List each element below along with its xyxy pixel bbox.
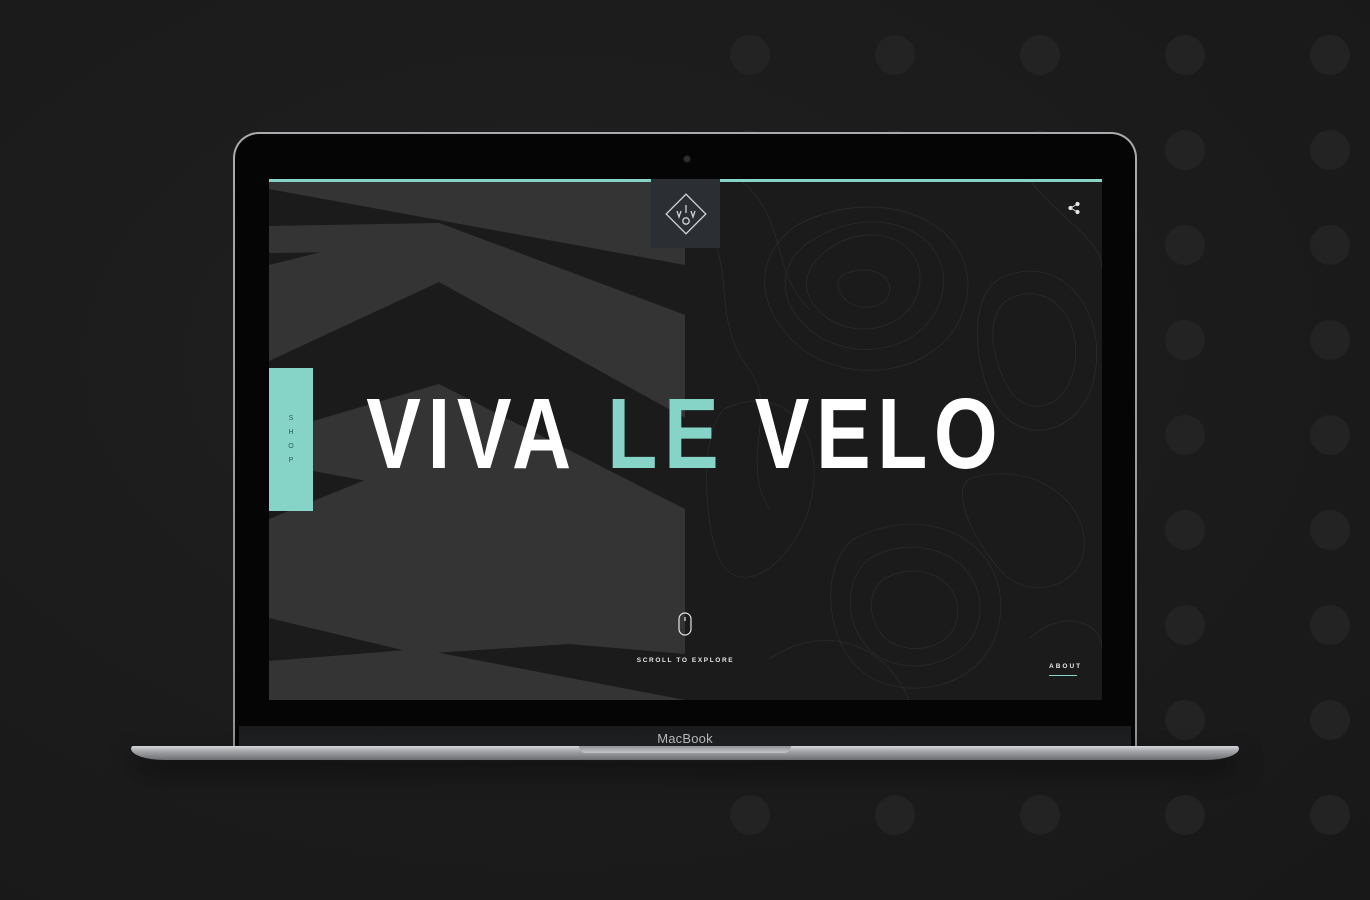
background-dot xyxy=(875,795,915,835)
background-dot xyxy=(1310,35,1350,75)
shop-tab-label: SHOP xyxy=(288,404,293,475)
background-dot xyxy=(1020,795,1060,835)
background-dot xyxy=(1165,415,1205,455)
background-dot xyxy=(1165,510,1205,550)
shop-tab-letter: S xyxy=(288,415,294,422)
accent-bar-right xyxy=(720,179,1102,182)
home-logo-link[interactable] xyxy=(651,179,720,248)
share-icon[interactable] xyxy=(1067,201,1081,215)
laptop-opening-notch xyxy=(579,746,791,753)
background-dot xyxy=(1310,700,1350,740)
background-dot xyxy=(1165,605,1205,645)
website-screen: SHOP VIVA LE VELO SCROLL TO EXPLORE ABOUT xyxy=(269,179,1102,700)
background-dot xyxy=(1310,415,1350,455)
background-dot xyxy=(1165,130,1205,170)
background-dot xyxy=(875,35,915,75)
background-dot xyxy=(1310,605,1350,645)
background-dot xyxy=(1165,700,1205,740)
background-dot xyxy=(1165,225,1205,265)
device-brand-label: MacBook xyxy=(657,730,713,746)
background-dot xyxy=(730,795,770,835)
background-dot xyxy=(1310,795,1350,835)
background-dot xyxy=(1310,320,1350,360)
background-dot xyxy=(1165,795,1205,835)
about-link-underline xyxy=(1049,675,1077,676)
about-link-label: ABOUT xyxy=(1049,663,1083,670)
background-dot xyxy=(1020,35,1060,75)
shop-side-tab[interactable]: SHOP xyxy=(269,368,313,511)
webcam-icon xyxy=(684,156,690,162)
background-dot xyxy=(1310,225,1350,265)
mouse-scroll-icon[interactable] xyxy=(678,612,692,636)
headline-word-velo: VELO xyxy=(754,378,1005,490)
headline-word-viva: VIVA xyxy=(366,378,578,490)
background-dot xyxy=(730,35,770,75)
shop-tab-letter: P xyxy=(288,457,294,464)
shop-tab-letter: H xyxy=(288,429,294,436)
accent-bar-left xyxy=(269,179,651,182)
background-dot xyxy=(1165,320,1205,360)
shop-tab-letter: O xyxy=(288,443,294,450)
background-dot xyxy=(1165,35,1205,75)
hero-headline: VIVA LE VELO xyxy=(344,374,1027,494)
vlv-diamond-logo-icon xyxy=(664,192,707,235)
background-dot xyxy=(1310,510,1350,550)
headline-word-le: LE xyxy=(607,378,726,490)
shop-tab-text: SHOP xyxy=(288,408,293,471)
about-nav-link[interactable]: ABOUT xyxy=(1049,663,1083,676)
scroll-to-explore-label: SCROLL TO EXPLORE xyxy=(636,657,735,664)
background-dot xyxy=(1310,130,1350,170)
page-background: MacBook S H O P VIVA LE VELO SCROLL TO E… xyxy=(0,0,1370,900)
